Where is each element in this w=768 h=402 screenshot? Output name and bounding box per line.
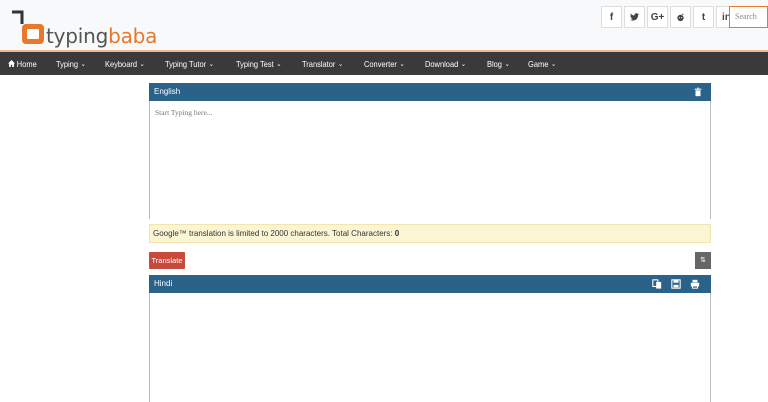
chevron-down-icon: ⌄ [461, 60, 467, 68]
trash-icon[interactable] [692, 86, 704, 98]
nav-item-home[interactable]: Home [8, 59, 37, 69]
site-header: typingbaba f G+ t in Search [0, 0, 768, 52]
character-limit-notice: Google™ translation is limited to 2000 c… [149, 224, 711, 243]
nav-item-blog[interactable]: Blog ⌄ [487, 59, 510, 69]
chevron-down-icon: ⌄ [504, 60, 510, 68]
chevron-down-icon: ⌄ [139, 60, 145, 68]
search-input[interactable]: Search [729, 6, 768, 28]
source-panel-header: English [149, 83, 711, 101]
chevron-down-icon: ⌄ [338, 60, 344, 68]
twitter-icon[interactable] [624, 6, 645, 28]
nav-item-label: Typing [55, 58, 78, 69]
source-textarea[interactable]: Start Typing here... [149, 101, 711, 219]
chevron-down-icon: ⌄ [275, 60, 282, 68]
reddit-icon[interactable] [670, 6, 691, 28]
nav-item-label: Typing Tutor [164, 58, 207, 69]
main-nav: Home Typing ⌄ Keyboard ⌄ Typing Tutor ⌄ Typ… [0, 52, 768, 75]
chevron-down-icon: ⌄ [80, 60, 86, 68]
target-language-label: Hindi [154, 279, 173, 288]
nav-item-typing-test[interactable]: Typing Test ⌄ [236, 59, 282, 69]
nav-item-download[interactable]: Download ⌄ [425, 59, 466, 69]
nav-item-label: Typing Test [235, 58, 274, 69]
nav-item-label: Blog [486, 58, 502, 69]
print-icon[interactable] [689, 278, 701, 290]
google-plus-icon[interactable]: G+ [647, 6, 668, 28]
nav-item-typing-tutor[interactable]: Typing Tutor ⌄ [165, 59, 214, 69]
logo-text: typingbaba [46, 24, 157, 48]
nav-item-keyboard[interactable]: Keyboard ⌄ [105, 59, 145, 69]
logo-text-typing: typing [46, 24, 109, 48]
source-language-label: English [154, 87, 181, 96]
character-count: 0 [394, 229, 400, 238]
swap-languages-button[interactable]: ⇅ [695, 252, 711, 269]
tumblr-icon[interactable]: t [693, 6, 714, 28]
translate-button[interactable]: Translate [149, 252, 185, 269]
nav-item-typing[interactable]: Typing ⌄ [56, 59, 86, 69]
social-links: f G+ t in [601, 6, 737, 28]
save-icon[interactable] [670, 278, 682, 290]
logo-text-baba: baba [108, 24, 158, 48]
nav-item-label: Converter [364, 58, 397, 69]
nav-item-label: Keyboard [104, 58, 137, 69]
nav-item-translator[interactable]: Translator ⌄ [302, 59, 343, 69]
chevron-down-icon: ⌄ [550, 60, 557, 68]
facebook-icon[interactable]: f [601, 6, 622, 28]
home-icon [8, 59, 16, 69]
nav-item-label: Translator [302, 58, 336, 69]
chevron-down-icon: ⌄ [208, 60, 214, 68]
chevron-down-icon: ⌄ [399, 60, 405, 68]
logo-mark-icon [12, 10, 44, 44]
nav-item-label: Home [16, 58, 37, 69]
notice-text: Google™ translation is limited to 2000 c… [153, 229, 395, 238]
source-placeholder: Start Typing here... [155, 108, 213, 117]
target-panel-header: Hindi [149, 275, 711, 293]
nav-item-label: Game [527, 58, 549, 69]
target-output-area[interactable] [149, 293, 711, 402]
nav-item-label: Download [425, 58, 459, 69]
nav-item-converter[interactable]: Converter ⌄ [364, 59, 405, 69]
nav-item-game[interactable]: Game ⌄ [528, 59, 556, 69]
copy-icon[interactable] [651, 278, 663, 290]
